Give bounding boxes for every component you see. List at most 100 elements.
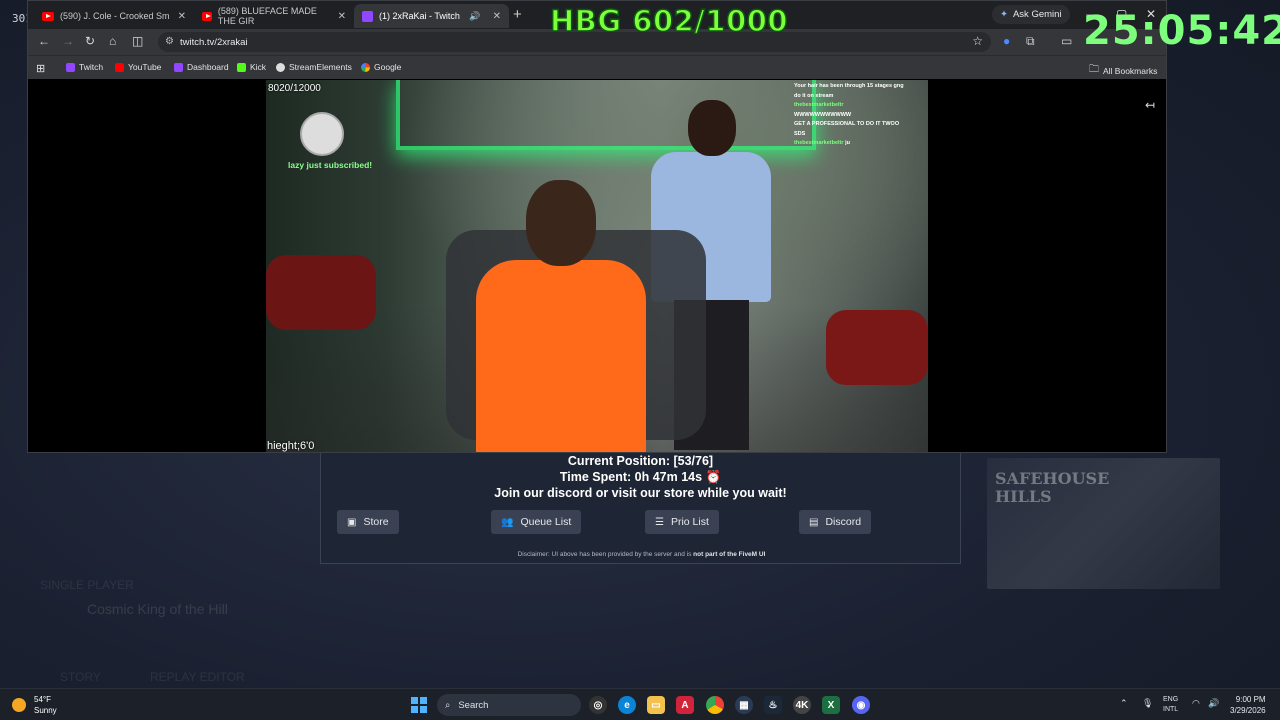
background-story-button: STORY xyxy=(60,670,101,684)
discord-button[interactable]: ▤ Discord xyxy=(799,510,872,534)
session-timer: 25:05:42 xyxy=(1083,8,1280,54)
youtube-icon xyxy=(115,62,124,72)
background-side-label: SINGLE PLAYER xyxy=(40,578,134,592)
new-tab-button[interactable]: + xyxy=(513,6,522,23)
tab-title: (1) 2xRaKai - Twitch xyxy=(379,11,460,21)
chat-overlay: Your hair has been through 15 stages gng… xyxy=(794,82,924,149)
discord-icon[interactable]: ◉ xyxy=(852,696,870,714)
stream-video[interactable]: 8020/12000 lazy just subscribed! Your ha… xyxy=(266,80,928,452)
red-sofa xyxy=(826,310,928,385)
sun-icon xyxy=(12,698,26,712)
users-icon: 👥 xyxy=(501,516,514,528)
chat-line: GET A PROFESSIONAL TO DO IT TWOO xyxy=(794,121,900,127)
taskbar-search[interactable]: ⌕ Search xyxy=(437,694,581,716)
twitch-icon xyxy=(362,10,373,22)
apps-grid-icon[interactable]: ⊞ xyxy=(36,62,45,75)
tab-jcole[interactable]: (590) J. Cole - Crooked Sm ✕ xyxy=(34,4,194,28)
folder-icon: 🗀 xyxy=(1089,64,1099,75)
wifi-icon[interactable]: ◠ xyxy=(1192,698,1200,709)
queue-list-button[interactable]: 👥 Queue List xyxy=(491,510,582,534)
streamer-seated xyxy=(476,180,646,452)
copilot-icon[interactable]: ◎ xyxy=(589,696,607,714)
adobe-icon[interactable]: A xyxy=(676,696,694,714)
chat-line: WWWWWWWWWWW xyxy=(794,111,852,118)
extensions-icon[interactable]: ⧉ xyxy=(1026,34,1035,49)
queue-time: Time Spent: 0h 47m 14s ⏰ xyxy=(559,470,722,484)
ask-gemini-label: Ask Gemini xyxy=(1012,9,1062,20)
bookmark-kick[interactable]: Kick xyxy=(237,62,266,72)
store-icon: ▣ xyxy=(347,516,357,528)
chat-line: do it on stream xyxy=(794,92,834,99)
close-icon[interactable]: ✕ xyxy=(338,11,346,22)
back-icon[interactable]: ← xyxy=(38,34,50,48)
language-indicator[interactable]: ENG INTL xyxy=(1163,695,1178,715)
prio-list-button[interactable]: ☰ Prio List xyxy=(645,510,719,534)
sub-goal: 8020/12000 xyxy=(268,83,321,94)
bookmark-dashboard[interactable]: Dashboard xyxy=(174,62,229,72)
taskbar: 54°F Sunny ⌕ Search ◎ e ▭ A ▦ ♨ 4K X ◉ ⌃… xyxy=(0,688,1280,720)
weather-widget[interactable]: 54°F Sunny xyxy=(12,694,57,716)
browser-window: (590) J. Cole - Crooked Sm ✕ (589) BLUEF… xyxy=(27,0,1167,453)
height-caption: hieght;6'0 xyxy=(267,440,315,452)
queue-panel: Current Position: [53/76] Time Spent: 0h… xyxy=(320,453,961,564)
tab-title: (589) BLUEFACE MADE THE GIR xyxy=(217,6,317,26)
bookmark-star-icon[interactable]: ☆ xyxy=(972,34,983,48)
store-button[interactable]: ▣ Store xyxy=(337,510,399,534)
speaker-icon[interactable]: 🔊 xyxy=(469,11,480,22)
url-text: twitch.tv/2xrakai xyxy=(180,36,248,48)
chat-line: Your hair has been through 15 stages gng xyxy=(794,83,904,89)
red-sofa xyxy=(266,255,376,330)
home-icon[interactable]: ⌂ xyxy=(109,34,116,48)
4k-icon[interactable]: 4K xyxy=(793,696,811,714)
search-icon: ⌕ xyxy=(445,699,451,711)
all-bookmarks[interactable]: 🗀 All Bookmarks xyxy=(1089,62,1157,79)
edge-icon[interactable]: e xyxy=(618,696,636,714)
gemini-icon: ✦ xyxy=(1000,9,1008,20)
disclaimer: Disclaimer: UI above has been provided b… xyxy=(517,551,766,558)
collapse-icon[interactable]: ↤ xyxy=(1145,98,1155,112)
close-icon[interactable]: ✕ xyxy=(493,11,501,22)
background-card-title: SAFEHOUSE HILLS xyxy=(995,469,1110,506)
streamelements-icon xyxy=(276,62,285,72)
reload-icon[interactable]: ↻ xyxy=(85,34,95,48)
steam-icon[interactable]: ♨ xyxy=(764,696,782,714)
hbg-counter: HBG 602/1000 xyxy=(549,3,789,39)
start-button[interactable] xyxy=(411,697,427,713)
extension-shield-icon[interactable]: ● xyxy=(1003,34,1010,48)
twitch-icon xyxy=(66,62,75,72)
chat-line: thebestmarketbeltr xyxy=(794,102,844,108)
video-player[interactable]: 8020/12000 lazy just subscribed! Your ha… xyxy=(28,80,1166,452)
chat-line: SDS xyxy=(794,130,806,137)
site-info-icon[interactable]: ⚙ xyxy=(165,36,174,47)
tab-title: (590) J. Cole - Crooked Sm xyxy=(60,11,170,21)
forward-icon[interactable]: → xyxy=(62,34,74,48)
bookmark-streamelements[interactable]: StreamElements xyxy=(276,62,352,72)
queue-message: Join our discord or visit our store whil… xyxy=(494,486,787,500)
ask-gemini-button[interactable]: ✦ Ask Gemini xyxy=(992,5,1070,24)
microphone-icon[interactable]: 🎙 xyxy=(1142,698,1153,709)
excel-icon[interactable]: X xyxy=(822,696,840,714)
cast-icon[interactable]: ▭ xyxy=(1061,34,1072,48)
youtube-icon xyxy=(202,11,212,21)
close-icon[interactable]: ✕ xyxy=(178,11,186,22)
chrome-icon[interactable] xyxy=(706,696,724,714)
background-replay-button: REPLAY EDITOR xyxy=(150,670,245,684)
bookmark-youtube[interactable]: YouTube xyxy=(115,62,161,72)
queue-position: Current Position: [53/76] xyxy=(567,454,714,468)
volume-icon[interactable]: 🔊 xyxy=(1208,698,1219,709)
app-icon[interactable]: ▦ xyxy=(735,696,753,714)
chat-line: thebestmarketbeltr ju xyxy=(794,140,850,146)
tab-blueface[interactable]: (589) BLUEFACE MADE THE GIR ✕ xyxy=(194,4,354,28)
split-view-icon[interactable]: ◫ xyxy=(132,34,143,48)
twitch-icon xyxy=(174,62,183,72)
weather-desc: Sunny xyxy=(34,706,57,715)
clock[interactable]: 9:00 PM 3/29/2026 xyxy=(1230,694,1266,716)
list-icon: ☰ xyxy=(655,516,664,528)
bookmark-google[interactable]: Google xyxy=(361,62,401,72)
tab-twitch[interactable]: (1) 2xRaKai - Twitch 🔊 ✕ xyxy=(354,4,509,28)
file-explorer-icon[interactable]: ▭ xyxy=(647,696,665,714)
bookmark-twitch[interactable]: Twitch xyxy=(66,62,103,72)
kick-icon xyxy=(237,62,246,72)
discord-icon: ▤ xyxy=(809,516,819,528)
chevron-up-icon[interactable]: ⌃ xyxy=(1120,698,1128,709)
